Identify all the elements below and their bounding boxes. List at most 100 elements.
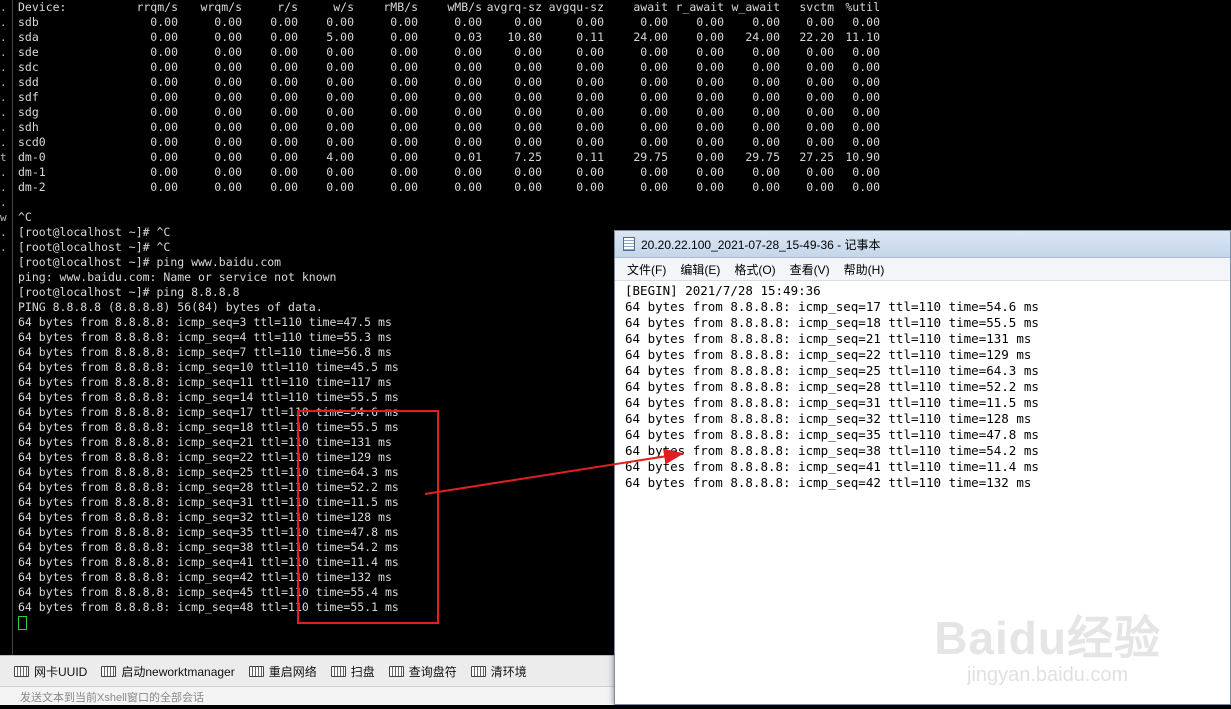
terminal-cursor: [18, 615, 27, 630]
gutter-char: .: [0, 181, 7, 194]
terminal-line: ^C: [18, 210, 32, 224]
stat-cell: 0.00: [326, 60, 354, 74]
stat-cell: 0.00: [752, 75, 780, 89]
stat-cell: 0.00: [576, 45, 604, 59]
left-pane-gutter: .......... t... w..: [0, 0, 13, 655]
stat-cell: await: [633, 0, 668, 14]
stat-cell: 0.00: [214, 60, 242, 74]
notepad-line: [BEGIN] 2021/7/28 15:49:36: [625, 283, 821, 298]
device-name: sdg: [18, 105, 39, 119]
stat-cell: 0.00: [514, 135, 542, 149]
stat-cell: 0.00: [696, 165, 724, 179]
stat-cell: 0.00: [326, 90, 354, 104]
stat-cell: 0.00: [514, 120, 542, 134]
quick-command-button-clean-env[interactable]: 清环境: [470, 663, 527, 680]
keyboard-icon: [248, 665, 264, 677]
gutter-char: .: [0, 16, 7, 29]
notepad-title-bar[interactable]: 20.20.22.100_2021-07-28_15-49-36 - 记事本: [615, 231, 1230, 258]
button-label: 查询盘符: [408, 664, 457, 679]
stat-cell: 0.00: [214, 150, 242, 164]
device-name: dm-0: [18, 150, 46, 164]
stat-cell: 0.00: [454, 60, 482, 74]
gutter-char: .: [0, 61, 7, 74]
stat-cell: 0.00: [150, 165, 178, 179]
stat-cell: 5.00: [326, 30, 354, 44]
device-name: sdf: [18, 90, 39, 104]
stat-cell: 0.00: [214, 120, 242, 134]
stat-cell: 0.00: [214, 45, 242, 59]
stat-cell: 0.00: [640, 15, 668, 29]
notepad-text-area[interactable]: [BEGIN] 2021/7/28 15:49:36 64 bytes from …: [615, 281, 1230, 491]
stat-cell: 0.00: [214, 15, 242, 29]
stat-cell: 0.00: [514, 75, 542, 89]
gutter-char: t: [0, 151, 7, 164]
stat-cell: 0.00: [390, 90, 418, 104]
stat-cell: 0.00: [640, 45, 668, 59]
stat-cell: 0.00: [326, 135, 354, 149]
stat-cell: 0.00: [270, 45, 298, 59]
stat-cell: 0.00: [752, 45, 780, 59]
stat-cell: 0.00: [696, 45, 724, 59]
notepad-line: 64 bytes from 8.8.8.8: icmp_seq=38 ttl=1…: [625, 443, 1039, 458]
stat-cell: 0.00: [576, 105, 604, 119]
stat-cell: 0.00: [576, 120, 604, 134]
gutter-char: .: [0, 166, 7, 179]
notepad-icon: [623, 237, 635, 251]
stat-cell: 0.00: [214, 165, 242, 179]
stat-cell: 0.00: [514, 105, 542, 119]
stat-cell: 0.00: [640, 105, 668, 119]
stat-cell: 0.00: [326, 45, 354, 59]
stat-cell: 0.00: [852, 135, 880, 149]
stat-cell: 0.11: [576, 150, 604, 164]
menu-edit[interactable]: 编辑(E): [680, 261, 720, 278]
stat-cell: 0.00: [576, 135, 604, 149]
notepad-line: 64 bytes from 8.8.8.8: icmp_seq=22 ttl=1…: [625, 347, 1032, 362]
gutter-char: .: [0, 46, 7, 59]
notepad-line: 64 bytes from 8.8.8.8: icmp_seq=32 ttl=1…: [625, 411, 1032, 426]
stat-cell: avgrq-sz: [486, 0, 542, 14]
stat-cell: 0.00: [514, 180, 542, 194]
stat-cell: 0.00: [852, 75, 880, 89]
stat-cell: 0.00: [390, 150, 418, 164]
stat-cell: 0.00: [390, 60, 418, 74]
stat-cell: 0.00: [454, 90, 482, 104]
stat-cell: 0.00: [214, 90, 242, 104]
quick-command-button-restart-network[interactable]: 重启网络: [248, 663, 317, 680]
stat-cell: w/s: [333, 0, 354, 14]
device-name: dm-1: [18, 165, 46, 179]
annotation-highlight-box: [297, 410, 439, 624]
stat-cell: 0.00: [150, 75, 178, 89]
stat-cell: 0.00: [390, 75, 418, 89]
stat-cell: 0.00: [326, 105, 354, 119]
stat-cell: 0.00: [214, 135, 242, 149]
stat-cell: 0.00: [326, 75, 354, 89]
stat-cell: 0.00: [576, 75, 604, 89]
menu-help[interactable]: 帮助(H): [844, 261, 885, 278]
stat-cell: 0.00: [696, 180, 724, 194]
stat-cell: 0.00: [454, 180, 482, 194]
menu-file[interactable]: 文件(F): [627, 261, 666, 278]
iostat-row: sdd 0.00 0.00 0.00 0.00 0.00 0.00 0.00 0.00 0.00 0…: [14, 75, 1231, 90]
stat-cell: 0.00: [150, 120, 178, 134]
stat-cell: 0.00: [852, 60, 880, 74]
notepad-line: 64 bytes from 8.8.8.8: icmp_seq=18 ttl=1…: [625, 315, 1039, 330]
stat-cell: 0.00: [752, 120, 780, 134]
stat-cell: 0.00: [696, 135, 724, 149]
stat-cell: 0.00: [752, 165, 780, 179]
button-label: 重启网络: [268, 664, 317, 679]
menu-view[interactable]: 查看(V): [790, 261, 830, 278]
quick-command-button-scan-disk[interactable]: 扫盘: [330, 663, 375, 680]
stat-cell: wMB/s: [447, 0, 482, 14]
quick-command-button-query-drive[interactable]: 查询盘符: [388, 663, 457, 680]
stat-cell: 0.00: [806, 105, 834, 119]
menu-format[interactable]: 格式(O): [734, 261, 775, 278]
stat-cell: 0.00: [696, 105, 724, 119]
stat-cell: 0.00: [752, 180, 780, 194]
quick-command-button-start-networkmanager[interactable]: 启动neworktmanager: [101, 663, 235, 680]
quick-command-button-nic-uuid[interactable]: 网卡UUID: [14, 663, 87, 680]
gutter-char: w: [0, 211, 7, 224]
stat-cell: 0.00: [806, 60, 834, 74]
stat-cell: 0.00: [576, 15, 604, 29]
stat-cell: 0.00: [640, 75, 668, 89]
watermark-logo: Baidu经验: [934, 612, 1161, 664]
